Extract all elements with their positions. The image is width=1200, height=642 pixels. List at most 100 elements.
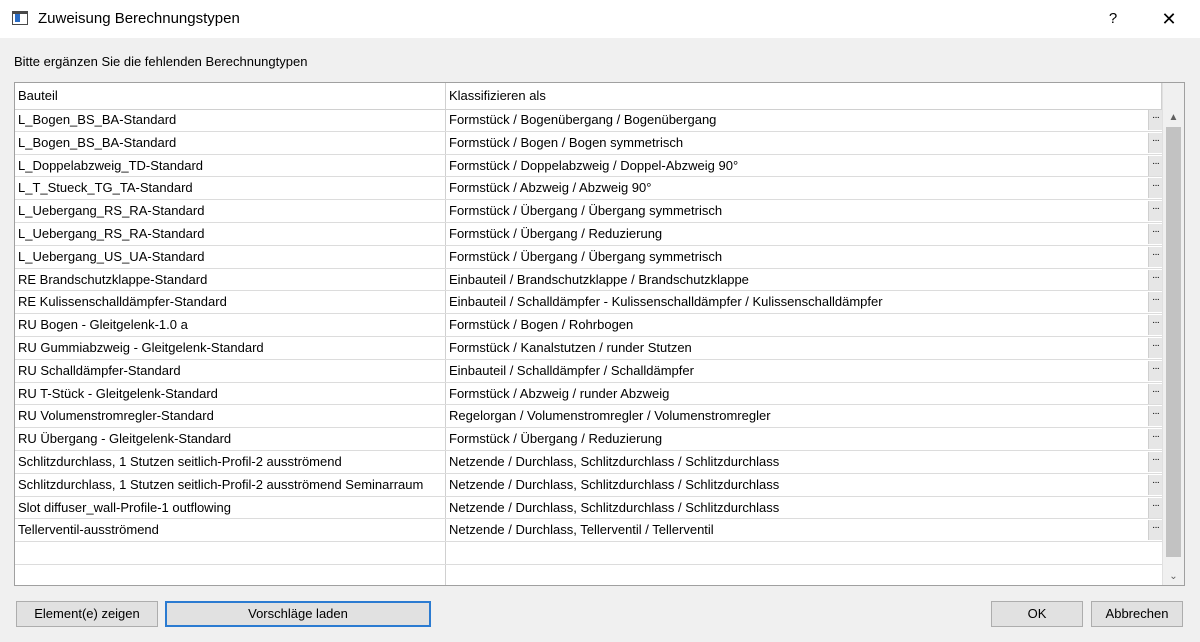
bauteil-cell[interactable]: RU Übergang - Gleitgelenk-Standard — [15, 428, 446, 450]
bauteil-cell[interactable]: L_Uebergang_US_UA-Standard — [15, 245, 446, 268]
klassifizierung-cell[interactable]: Formstück / Bogen / Rohrbogen — [446, 314, 1148, 336]
table-row[interactable]: RE Brandschutzklappe-Standard Einbauteil … — [15, 268, 1162, 292]
scroll-up-icon[interactable]: ▲ — [1163, 109, 1184, 126]
klassifizierung-cell[interactable]: Formstück / Doppelabzweig / Doppel-Abzwe… — [446, 155, 1148, 177]
browse-ellipsis-button[interactable]: ··· — [1148, 451, 1162, 472]
table-row[interactable]: Slot diffuser_wall-Profile-1 outflowing N… — [15, 496, 1162, 520]
klassifizierung-cell[interactable]: Formstück / Übergang / Reduzierung — [446, 223, 1148, 245]
browse-ellipsis-button[interactable]: ··· — [1148, 132, 1162, 153]
klassifizierung-cell[interactable]: Formstück / Abzweig / Abzweig 90° — [446, 177, 1148, 199]
klassifizierung-cell[interactable]: Regelorgan / Volumenstromregler / Volume… — [446, 405, 1148, 427]
browse-ellipsis-button[interactable]: ··· — [1148, 360, 1162, 381]
close-icon[interactable]: ✕ — [1152, 0, 1186, 38]
bauteil-cell[interactable]: RU Bogen - Gleitgelenk-1.0 a — [15, 314, 446, 336]
load-suggestions-button[interactable]: Vorschläge laden — [165, 601, 431, 627]
browse-ellipsis-button[interactable]: ··· — [1148, 474, 1162, 495]
klassifizierung-cell[interactable] — [446, 542, 1148, 564]
scroll-thumb[interactable] — [1166, 127, 1181, 557]
cancel-button[interactable]: Abbrechen — [1091, 601, 1183, 627]
klassifizierung-cell[interactable]: Formstück / Bogenübergang / Bogenübergan… — [446, 109, 1148, 131]
bauteil-cell[interactable]: RU Schalldämpfer-Standard — [15, 359, 446, 382]
browse-ellipsis-button[interactable]: ··· — [1148, 337, 1162, 358]
table-row[interactable]: Schlitzdurchlass, 1 Stutzen seitlich-Pro… — [15, 450, 1162, 474]
bauteil-cell[interactable] — [15, 542, 446, 564]
browse-ellipsis-button[interactable]: ··· — [1148, 269, 1162, 290]
browse-ellipsis-button[interactable]: ··· — [1148, 383, 1162, 404]
vertical-scrollbar[interactable]: ▲ ⌄ — [1162, 83, 1184, 585]
table-row[interactable]: RU Schalldämpfer-Standard Einbauteil / Sc… — [15, 359, 1162, 383]
table-row[interactable]: L_Doppelabzweig_TD-Standard Formstück / D… — [15, 154, 1162, 178]
klassifizierung-cell[interactable]: Netzende / Durchlass, Tellerventil / Tel… — [446, 519, 1148, 541]
grid-header: Bauteil Klassifizieren als — [15, 83, 1162, 110]
klassifizierung-cell[interactable]: Formstück / Bogen / Bogen symmetrisch — [446, 132, 1148, 154]
table-row[interactable]: RE Kulissenschalldämpfer-Standard Einbaut… — [15, 291, 1162, 315]
klassifizierung-cell[interactable]: Formstück / Übergang / Übergang symmetri… — [446, 200, 1148, 222]
table-row[interactable]: RU Gummiabzweig - Gleitgelenk-Standard Fo… — [15, 336, 1162, 360]
bauteil-cell[interactable]: L_Bogen_BS_BA-Standard — [15, 109, 446, 131]
bauteil-cell[interactable]: Slot diffuser_wall-Profile-1 outflowing — [15, 496, 446, 519]
empty-row[interactable] — [15, 564, 1162, 585]
bauteil-cell[interactable]: L_T_Stueck_TG_TA-Standard — [15, 177, 446, 200]
browse-ellipsis-button[interactable]: ··· — [1148, 223, 1162, 244]
bauteil-cell[interactable]: RE Kulissenschalldämpfer-Standard — [15, 291, 446, 314]
show-elements-button[interactable]: Element(e) zeigen — [16, 601, 158, 627]
table-row[interactable]: L_Bogen_BS_BA-Standard Formstück / Bogen … — [15, 131, 1162, 155]
browse-ellipsis-button[interactable]: ··· — [1148, 155, 1162, 176]
browse-ellipsis-button[interactable]: ··· — [1148, 429, 1162, 450]
browse-ellipsis-button[interactable]: ··· — [1148, 497, 1162, 518]
klassifizierung-cell[interactable]: Formstück / Kanalstutzen / runder Stutze… — [446, 337, 1148, 359]
klassifizierung-cell[interactable]: Netzende / Durchlass, Schlitzdurchlass /… — [446, 451, 1148, 473]
klassifizierung-cell[interactable]: Einbauteil / Schalldämpfer - Kulissensch… — [446, 291, 1148, 313]
klassifizierung-cell[interactable]: Einbauteil / Brandschutzklappe / Brandsc… — [446, 269, 1148, 291]
title-bar: Zuweisung Berechnungstypen ? ✕ — [0, 0, 1200, 38]
table-row[interactable]: RU T-Stück - Gleitgelenk-Standard Formstü… — [15, 382, 1162, 406]
table-row[interactable]: Schlitzdurchlass, 1 Stutzen seitlich-Pro… — [15, 473, 1162, 497]
bauteil-cell[interactable]: RE Brandschutzklappe-Standard — [15, 268, 446, 291]
empty-row[interactable] — [15, 542, 1162, 565]
browse-ellipsis-button[interactable]: ··· — [1148, 292, 1162, 313]
table-row[interactable]: L_Uebergang_RS_RA-Standard Formstück / Üb… — [15, 222, 1162, 246]
browse-ellipsis-button[interactable]: ··· — [1148, 406, 1162, 427]
klassifizierung-cell[interactable]: Netzende / Durchlass, Schlitzdurchlass /… — [446, 497, 1148, 519]
table-row[interactable]: Tellerventil-ausströmend Netzende / Durch… — [15, 519, 1162, 543]
bauteil-cell[interactable]: RU Volumenstromregler-Standard — [15, 405, 446, 428]
table-row[interactable]: L_Bogen_BS_BA-Standard Formstück / Bogenü… — [15, 109, 1162, 132]
browse-ellipsis-button[interactable]: ··· — [1148, 178, 1162, 199]
browse-ellipsis-button[interactable]: ··· — [1148, 520, 1162, 541]
klassifizierung-cell[interactable]: Formstück / Abzweig / runder Abzweig — [446, 383, 1148, 405]
instruction-text: Bitte ergänzen Sie die fehlenden Berechn… — [14, 54, 308, 69]
ok-button[interactable]: OK — [991, 601, 1083, 627]
scroll-down-icon[interactable]: ⌄ — [1163, 568, 1184, 585]
klassifizierung-cell[interactable]: Formstück / Übergang / Reduzierung — [446, 428, 1148, 450]
grid-rows: L_Bogen_BS_BA-Standard Formstück / Bogenü… — [15, 109, 1162, 585]
column-header-klassifizieren[interactable]: Klassifizieren als — [446, 83, 1162, 109]
bauteil-cell[interactable] — [15, 564, 446, 585]
table-row[interactable]: RU Volumenstromregler-Standard Regelorgan… — [15, 405, 1162, 429]
klassifizierung-cell[interactable]: Einbauteil / Schalldämpfer / Schalldämpf… — [446, 360, 1148, 382]
klassifizierung-cell[interactable]: Netzende / Durchlass, Schlitzdurchlass /… — [446, 474, 1148, 496]
column-header-bauteil[interactable]: Bauteil — [15, 83, 446, 109]
bauteil-cell[interactable]: Tellerventil-ausströmend — [15, 519, 446, 542]
bauteil-cell[interactable]: L_Uebergang_RS_RA-Standard — [15, 222, 446, 245]
table-row[interactable]: RU Übergang - Gleitgelenk-Standard Formst… — [15, 428, 1162, 451]
bauteil-cell[interactable]: Schlitzdurchlass, 1 Stutzen seitlich-Pro… — [15, 450, 446, 473]
bauteil-cell[interactable]: RU Gummiabzweig - Gleitgelenk-Standard — [15, 336, 446, 359]
klassifizierung-cell[interactable]: Formstück / Übergang / Übergang symmetri… — [446, 246, 1148, 268]
bauteil-cell[interactable]: RU T-Stück - Gleitgelenk-Standard — [15, 382, 446, 405]
help-button[interactable]: ? — [1098, 0, 1128, 38]
browse-ellipsis-button[interactable]: ··· — [1148, 246, 1162, 267]
klassifizierung-cell[interactable] — [446, 565, 1148, 585]
classification-grid[interactable]: Bauteil Klassifizieren als L_Bogen_BS_BA… — [14, 82, 1185, 586]
table-row[interactable]: L_Uebergang_RS_RA-Standard Formstück / Üb… — [15, 200, 1162, 223]
bauteil-cell[interactable]: L_Doppelabzweig_TD-Standard — [15, 154, 446, 177]
table-row[interactable]: RU Bogen - Gleitgelenk-1.0 a Formstück / … — [15, 314, 1162, 337]
window-title: Zuweisung Berechnungstypen — [38, 10, 240, 27]
bauteil-cell[interactable]: L_Uebergang_RS_RA-Standard — [15, 200, 446, 222]
browse-ellipsis-button[interactable]: ··· — [1148, 110, 1162, 130]
browse-ellipsis-button[interactable]: ··· — [1148, 315, 1162, 336]
browse-ellipsis-button[interactable]: ··· — [1148, 201, 1162, 222]
table-row[interactable]: L_Uebergang_US_UA-Standard Formstück / Üb… — [15, 245, 1162, 269]
bauteil-cell[interactable]: Schlitzdurchlass, 1 Stutzen seitlich-Pro… — [15, 473, 446, 496]
table-row[interactable]: L_T_Stueck_TG_TA-Standard Formstück / Abz… — [15, 177, 1162, 201]
bauteil-cell[interactable]: L_Bogen_BS_BA-Standard — [15, 131, 446, 154]
